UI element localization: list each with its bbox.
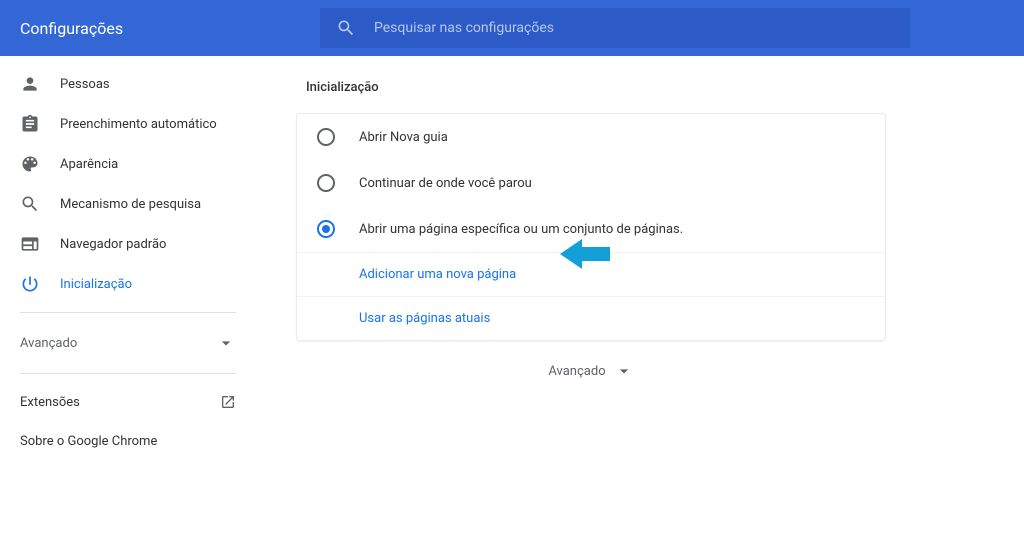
about-label: Sobre o Google Chrome — [20, 434, 157, 449]
sidebar-item-label: Pessoas — [60, 77, 110, 92]
sidebar-item-extensions[interactable]: Extensões — [0, 382, 256, 422]
add-page-label: Adicionar uma nova página — [359, 267, 516, 282]
option-label: Abrir uma página específica ou um conjun… — [359, 222, 683, 237]
add-new-page-link[interactable]: Adicionar uma nova página — [297, 252, 885, 296]
sidebar-item-autofill[interactable]: Preenchimento automático — [0, 104, 256, 144]
page-title: Configurações — [20, 19, 320, 38]
search-input[interactable] — [374, 20, 894, 36]
sidebar: Pessoas Preenchimento automático Aparênc… — [0, 56, 256, 469]
sidebar-item-default-browser[interactable]: Navegador padrão — [0, 224, 256, 264]
power-icon — [20, 274, 40, 294]
main-content: Inicialização Abrir Nova guia Continuar … — [256, 56, 1024, 469]
sidebar-advanced-toggle[interactable]: Avançado — [0, 321, 256, 365]
web-icon — [20, 234, 40, 254]
option-label: Continuar de onde você parou — [359, 176, 532, 191]
footer-advanced-label: Avançado — [548, 364, 605, 379]
option-continue[interactable]: Continuar de onde você parou — [297, 160, 885, 206]
sidebar-item-label: Navegador padrão — [60, 237, 166, 252]
assignment-icon — [20, 114, 40, 134]
search-icon — [20, 194, 40, 214]
option-new-tab[interactable]: Abrir Nova guia — [297, 114, 885, 160]
option-label: Abrir Nova guia — [359, 130, 448, 145]
person-icon — [20, 74, 40, 94]
sidebar-item-people[interactable]: Pessoas — [0, 64, 256, 104]
sidebar-item-search[interactable]: Mecanismo de pesquisa — [0, 184, 256, 224]
use-current-pages-link[interactable]: Usar as páginas atuais — [297, 296, 885, 340]
chevron-down-icon — [614, 361, 634, 381]
section-title: Inicialização — [306, 80, 984, 95]
advanced-label: Avançado — [20, 336, 77, 351]
radio-icon — [317, 128, 335, 146]
palette-icon — [20, 154, 40, 174]
extensions-label: Extensões — [20, 395, 80, 410]
search-input-container[interactable] — [320, 8, 910, 48]
use-current-label: Usar as páginas atuais — [359, 311, 490, 326]
chevron-down-icon — [216, 333, 236, 353]
sidebar-item-startup[interactable]: Inicialização — [0, 264, 256, 304]
sidebar-item-label: Inicialização — [60, 277, 132, 292]
sidebar-item-appearance[interactable]: Aparência — [0, 144, 256, 184]
search-icon — [336, 18, 356, 38]
radio-icon — [317, 220, 335, 238]
sidebar-item-label: Preenchimento automático — [60, 117, 217, 132]
radio-icon — [317, 174, 335, 192]
footer-advanced-toggle[interactable]: Avançado — [296, 341, 886, 401]
divider — [20, 373, 236, 374]
option-specific-page[interactable]: Abrir uma página específica ou um conjun… — [297, 206, 885, 252]
startup-card: Abrir Nova guia Continuar de onde você p… — [296, 113, 886, 341]
sidebar-item-label: Aparência — [60, 157, 118, 172]
sidebar-item-about[interactable]: Sobre o Google Chrome — [0, 422, 256, 461]
external-link-icon — [220, 394, 236, 410]
sidebar-item-label: Mecanismo de pesquisa — [60, 197, 201, 212]
divider — [20, 312, 236, 313]
